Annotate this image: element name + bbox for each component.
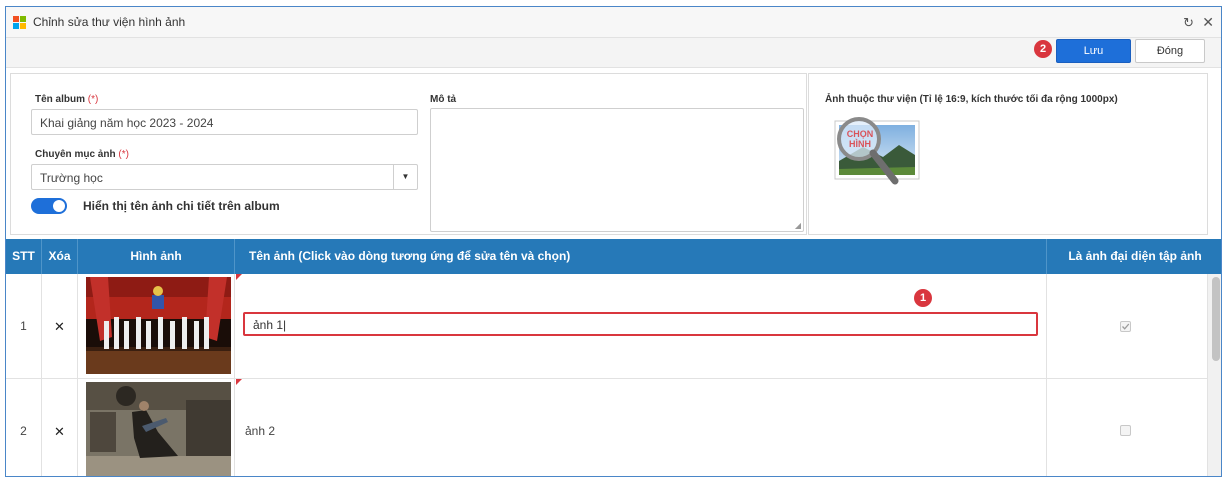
category-value: Trường học: [40, 171, 103, 185]
thumbnail-cell: [78, 274, 235, 378]
scrollbar-thumb[interactable]: [1212, 277, 1220, 361]
cover-cell: [1047, 379, 1207, 476]
step-badge-2: 2: [1034, 40, 1052, 58]
thumbnail-cell: [78, 379, 235, 477]
row-number: 2: [6, 379, 42, 476]
library-image-label: Ảnh thuộc thư viện (Tỉ lệ 16:9, kích thư…: [825, 94, 1118, 105]
cover-cell: [1047, 274, 1207, 378]
name-cell[interactable]: ảnh 2: [235, 379, 1047, 476]
image-name-input[interactable]: ảnh 1|: [243, 312, 1038, 336]
grid-header: STT Xóa Hình ảnh Tên ảnh (Click vào dòng…: [6, 239, 1221, 274]
album-name-input[interactable]: Khai giảng năm học 2023 - 2024: [31, 109, 418, 135]
choose-image-icon: [834, 117, 920, 185]
category-label: Chuyên mục ảnh (*): [35, 149, 129, 160]
chevron-down-icon[interactable]: ▼: [393, 165, 417, 189]
cover-checkbox-checked[interactable]: [1120, 321, 1131, 332]
dialog-title: Chỉnh sửa thư viện hình ảnh: [33, 15, 186, 29]
close-button[interactable]: Đóng: [1135, 39, 1205, 63]
album-info-panel: Tên album (*) Khai giảng năm học 2023 - …: [10, 73, 807, 235]
choose-image-text: CHỌN HÌNH: [846, 129, 874, 149]
delete-row-icon[interactable]: ✕: [42, 274, 78, 378]
dialog-titlebar: Chỉnh sửa thư viện hình ảnh ↻ ✕: [6, 7, 1221, 38]
required-marker: (*): [87, 94, 99, 105]
dirty-marker: [236, 274, 242, 280]
table-row[interactable]: 1 ✕ 1 ảnh 1|: [6, 274, 1207, 379]
close-icon[interactable]: ✕: [1202, 14, 1214, 31]
image-name-text: ảnh 2: [245, 424, 276, 438]
col-stt: STT: [6, 239, 42, 274]
dirty-marker: [236, 379, 242, 385]
description-textarea[interactable]: ◢: [430, 108, 804, 232]
album-form: Tên album (*) Khai giảng năm học 2023 - …: [10, 73, 1219, 235]
image-grid: STT Xóa Hình ảnh Tên ảnh (Click vào dòng…: [6, 239, 1221, 477]
name-cell[interactable]: 1 ảnh 1|: [235, 274, 1047, 378]
step-badge-1: 1: [914, 289, 932, 307]
grid-scrollbar[interactable]: [1207, 274, 1221, 476]
row-number: 1: [6, 274, 42, 378]
col-cover: Là ảnh đại diện tập ảnh: [1068, 249, 1202, 263]
resize-grip-icon[interactable]: ◢: [795, 221, 801, 230]
album-name-label: Tên album (*): [35, 94, 99, 105]
show-name-toggle-label: Hiển thị tên ảnh chi tiết trên album: [83, 199, 280, 213]
app-grid-icon: [13, 16, 27, 30]
col-image: Hình ảnh: [78, 239, 235, 274]
col-delete: Xóa: [42, 239, 78, 274]
refresh-icon[interactable]: ↻: [1183, 15, 1194, 31]
save-button[interactable]: Lưu: [1056, 39, 1131, 63]
description-label: Mô tả: [430, 94, 457, 105]
show-name-toggle[interactable]: [31, 198, 67, 214]
edit-gallery-dialog: Chỉnh sửa thư viện hình ảnh ↻ ✕ 2 Lưu Đó…: [5, 6, 1222, 477]
dialog-toolbar: 2 Lưu Đóng: [6, 38, 1221, 68]
table-row[interactable]: 2 ✕ ảnh 2: [6, 379, 1207, 477]
photo-thumbnail[interactable]: [86, 277, 231, 374]
library-image-panel: Ảnh thuộc thư viện (Tỉ lệ 16:9, kích thư…: [808, 73, 1208, 235]
category-select[interactable]: Trường học ▼: [31, 164, 418, 190]
choose-image-button[interactable]: CHỌN HÌNH: [833, 109, 921, 199]
photo-thumbnail[interactable]: [86, 382, 231, 477]
required-marker: (*): [118, 149, 129, 160]
col-name: Tên ảnh (Click vào dòng tương ứng để sửa…: [235, 239, 1047, 274]
delete-row-icon[interactable]: ✕: [42, 379, 78, 476]
cover-checkbox[interactable]: [1120, 425, 1131, 436]
